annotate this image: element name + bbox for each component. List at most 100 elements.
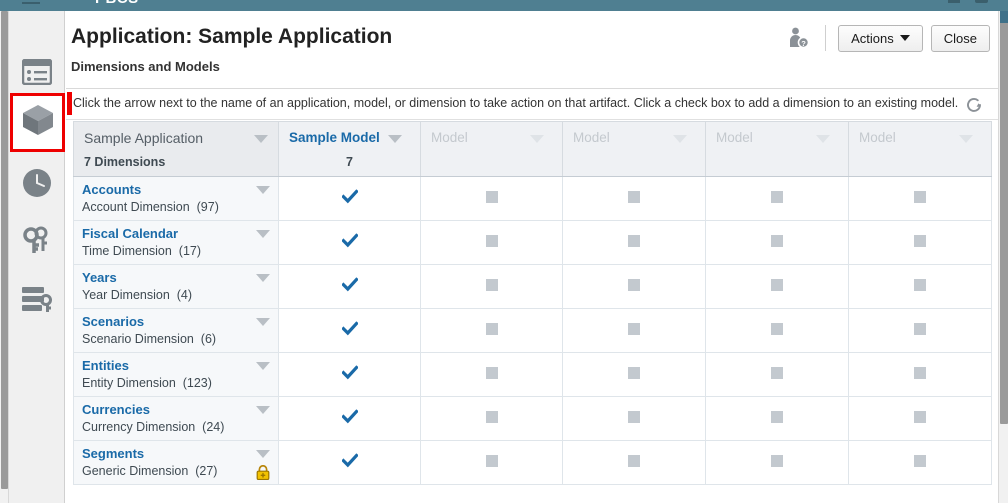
model-checkbox-cell[interactable] bbox=[848, 396, 992, 441]
brand-action-2-icon[interactable] bbox=[975, 0, 988, 3]
dimension-menu-caret-icon[interactable] bbox=[256, 230, 270, 238]
dimension-menu-caret-icon[interactable] bbox=[256, 186, 270, 194]
checkbox-placeholder-icon[interactable] bbox=[563, 190, 705, 208]
checkbox-placeholder-icon[interactable] bbox=[563, 322, 705, 340]
checkbox-placeholder-icon[interactable] bbox=[421, 410, 562, 428]
check-icon[interactable] bbox=[279, 276, 420, 296]
check-icon[interactable] bbox=[279, 320, 420, 340]
model-checkbox-cell[interactable] bbox=[705, 308, 849, 353]
check-icon[interactable] bbox=[279, 408, 420, 428]
model-checkbox-cell[interactable] bbox=[705, 440, 849, 485]
model-checkbox-cell[interactable] bbox=[705, 220, 849, 265]
model-checked-cell[interactable] bbox=[278, 220, 421, 265]
model-checkbox-cell[interactable] bbox=[562, 396, 706, 441]
model-checkbox-cell[interactable] bbox=[848, 308, 992, 353]
model-checkbox-cell[interactable] bbox=[420, 264, 563, 309]
checkbox-placeholder-icon[interactable] bbox=[849, 278, 991, 296]
checkbox-placeholder-icon[interactable] bbox=[849, 322, 991, 340]
model-checkbox-cell[interactable] bbox=[562, 264, 706, 309]
right-scrollbar-thumb[interactable] bbox=[1000, 11, 1008, 424]
model-5-menu-caret-icon[interactable] bbox=[959, 135, 973, 143]
grid-header-model-4[interactable]: Model bbox=[705, 121, 849, 177]
check-icon[interactable] bbox=[279, 452, 420, 472]
grid-header-model-5[interactable]: Model bbox=[848, 121, 992, 177]
sidebar-item-application[interactable] bbox=[10, 93, 65, 152]
model-4-menu-caret-icon[interactable] bbox=[816, 135, 830, 143]
checkbox-placeholder-icon[interactable] bbox=[706, 190, 848, 208]
checkbox-placeholder-icon[interactable] bbox=[706, 454, 848, 472]
grid-header-model-2[interactable]: Model bbox=[420, 121, 563, 177]
model-3-menu-caret-icon[interactable] bbox=[673, 135, 687, 143]
checkbox-placeholder-icon[interactable] bbox=[421, 234, 562, 252]
checkbox-placeholder-icon[interactable] bbox=[706, 322, 848, 340]
sidebar-item-data-access[interactable] bbox=[9, 272, 65, 330]
dimension-name-link[interactable]: Currencies bbox=[82, 402, 150, 417]
model-2-menu-caret-icon[interactable] bbox=[530, 135, 544, 143]
model-checkbox-cell[interactable] bbox=[562, 220, 706, 265]
dimension-name-link[interactable]: Fiscal Calendar bbox=[82, 226, 178, 241]
checkbox-placeholder-icon[interactable] bbox=[421, 454, 562, 472]
left-scrollbar-thumb[interactable] bbox=[1, 11, 8, 489]
checkbox-placeholder-icon[interactable] bbox=[563, 278, 705, 296]
checkbox-placeholder-icon[interactable] bbox=[563, 366, 705, 384]
check-icon[interactable] bbox=[279, 232, 420, 252]
model-checked-cell[interactable] bbox=[278, 440, 421, 485]
dimension-menu-caret-icon[interactable] bbox=[256, 406, 270, 414]
dimension-name-link[interactable]: Years bbox=[82, 270, 117, 285]
model-checkbox-cell[interactable] bbox=[562, 352, 706, 397]
model-checked-cell[interactable] bbox=[278, 396, 421, 441]
checkbox-placeholder-icon[interactable] bbox=[849, 410, 991, 428]
model-checked-cell[interactable] bbox=[278, 308, 421, 353]
checkbox-placeholder-icon[interactable] bbox=[706, 234, 848, 252]
model-checkbox-cell[interactable] bbox=[848, 220, 992, 265]
check-icon[interactable] bbox=[279, 188, 420, 208]
left-scrollbar[interactable] bbox=[0, 11, 9, 503]
dimension-name-link[interactable]: Scenarios bbox=[82, 314, 144, 329]
close-button[interactable]: Close bbox=[930, 24, 990, 52]
grid-header-application[interactable]: Sample Application 7 Dimensions bbox=[73, 121, 279, 177]
dimension-menu-caret-icon[interactable] bbox=[256, 274, 270, 282]
application-menu-caret-icon[interactable] bbox=[254, 135, 268, 143]
model-checkbox-cell[interactable] bbox=[420, 396, 563, 441]
dimension-name-link[interactable]: Entities bbox=[82, 358, 129, 373]
checkbox-placeholder-icon[interactable] bbox=[421, 278, 562, 296]
dimension-name-link[interactable]: Accounts bbox=[82, 182, 141, 197]
checkbox-placeholder-icon[interactable] bbox=[563, 410, 705, 428]
dimension-name-link[interactable]: Segments bbox=[82, 446, 144, 461]
model-checkbox-cell[interactable] bbox=[420, 440, 563, 485]
user-help-icon[interactable]: ? bbox=[785, 24, 813, 52]
brand-action-1-icon[interactable] bbox=[948, 0, 960, 3]
model-checkbox-cell[interactable] bbox=[420, 308, 563, 353]
model-checkbox-cell[interactable] bbox=[705, 396, 849, 441]
checkbox-placeholder-icon[interactable] bbox=[421, 322, 562, 340]
model-checkbox-cell[interactable] bbox=[705, 264, 849, 309]
checkbox-placeholder-icon[interactable] bbox=[849, 366, 991, 384]
model-checked-cell[interactable] bbox=[278, 352, 421, 397]
global-menu-icon[interactable] bbox=[22, 0, 40, 4]
model-checkbox-cell[interactable] bbox=[562, 176, 706, 221]
model-checkbox-cell[interactable] bbox=[420, 176, 563, 221]
model-checkbox-cell[interactable] bbox=[705, 352, 849, 397]
sidebar-item-access-control[interactable] bbox=[9, 214, 65, 272]
model-checkbox-cell[interactable] bbox=[848, 264, 992, 309]
model-checkbox-cell[interactable] bbox=[848, 352, 992, 397]
model-1-menu-caret-icon[interactable] bbox=[388, 135, 402, 143]
dimension-menu-caret-icon[interactable] bbox=[256, 450, 270, 458]
checkbox-placeholder-icon[interactable] bbox=[706, 278, 848, 296]
dimension-menu-caret-icon[interactable] bbox=[256, 318, 270, 326]
grid-header-model-1[interactable]: Sample Model 7 bbox=[278, 121, 421, 177]
dimension-menu-caret-icon[interactable] bbox=[256, 362, 270, 370]
checkbox-placeholder-icon[interactable] bbox=[421, 190, 562, 208]
model-checkbox-cell[interactable] bbox=[562, 440, 706, 485]
checkbox-placeholder-icon[interactable] bbox=[849, 454, 991, 472]
grid-header-model-3[interactable]: Model bbox=[562, 121, 706, 177]
checkbox-placeholder-icon[interactable] bbox=[849, 234, 991, 252]
check-icon[interactable] bbox=[279, 364, 420, 384]
model-checkbox-cell[interactable] bbox=[848, 440, 992, 485]
checkbox-placeholder-icon[interactable] bbox=[706, 366, 848, 384]
model-checkbox-cell[interactable] bbox=[848, 176, 992, 221]
model-checkbox-cell[interactable] bbox=[420, 352, 563, 397]
checkbox-placeholder-icon[interactable] bbox=[563, 234, 705, 252]
refresh-icon[interactable] bbox=[964, 95, 984, 115]
actions-button[interactable]: Actions bbox=[838, 24, 923, 52]
